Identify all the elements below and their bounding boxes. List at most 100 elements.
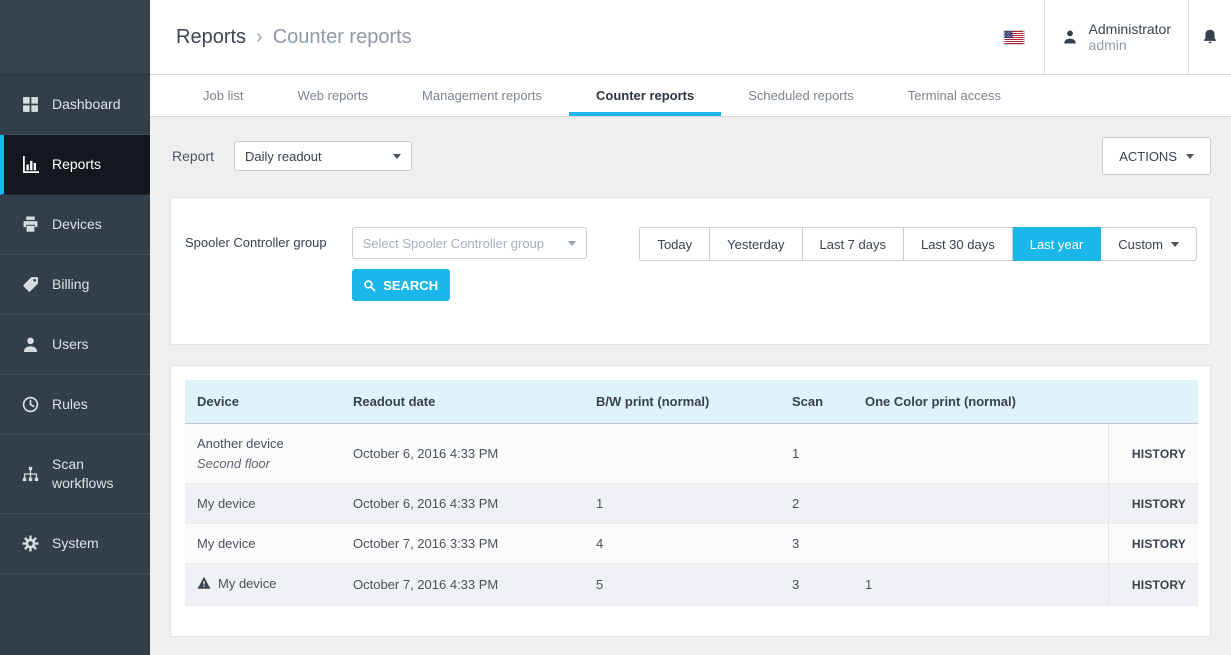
tab-counter-reports[interactable]: Counter reports <box>569 75 721 116</box>
sitemap-icon <box>22 466 39 483</box>
chevron-down-icon <box>1171 242 1179 247</box>
user-icon <box>22 336 39 353</box>
one-color-print-cell <box>855 524 1108 564</box>
device-location: Second floor <box>197 456 333 471</box>
device-name: My device <box>218 576 277 591</box>
group-select-placeholder: Select Spooler Controller group <box>363 236 544 251</box>
range-last-30-days-button[interactable]: Last 30 days <box>904 227 1013 261</box>
main-area: Reports › Counter reports <box>150 0 1231 655</box>
history-link[interactable]: HISTORY <box>1132 578 1186 592</box>
range-custom-label: Custom <box>1118 237 1163 252</box>
sidebar-item-dashboard[interactable]: Dashboard <box>0 75 150 135</box>
history-link[interactable]: HISTORY <box>1132 537 1186 551</box>
tab-web-reports[interactable]: Web reports <box>270 75 395 116</box>
history-cell: HISTORY <box>1108 564 1198 606</box>
sidebar-item-users[interactable]: Users <box>0 315 150 375</box>
group-filter-label: Spooler Controller group <box>185 227 327 344</box>
device-name: My device <box>197 536 333 551</box>
user-menu[interactable]: Administrator admin <box>1045 21 1188 53</box>
tab-job-list[interactable]: Job list <box>176 75 270 116</box>
search-button-label: SEARCH <box>383 278 438 293</box>
scan-cell: 1 <box>782 424 855 484</box>
report-label: Report <box>172 148 214 164</box>
device-cell: My device <box>185 564 343 606</box>
group-filter: Spooler Controller group Select Spooler … <box>185 227 587 344</box>
history-link[interactable]: HISTORY <box>1132 447 1186 461</box>
topbar-right: Administrator admin <box>984 0 1231 74</box>
history-link[interactable]: HISTORY <box>1132 497 1186 511</box>
toolbar: Report Daily readout ACTIONS <box>170 137 1211 175</box>
one-color-print-cell <box>855 424 1108 484</box>
bar-chart-icon <box>22 156 39 173</box>
history-cell: HISTORY <box>1108 424 1198 484</box>
search-button[interactable]: SEARCH <box>352 269 450 301</box>
range-yesterday-button[interactable]: Yesterday <box>710 227 802 261</box>
user-username: admin <box>1089 37 1171 53</box>
sidebar-item-system[interactable]: System <box>0 514 150 574</box>
group-select[interactable]: Select Spooler Controller group <box>352 227 587 259</box>
dashboard-grid-icon <box>22 96 39 113</box>
range-last-7-days-button[interactable]: Last 7 days <box>803 227 905 261</box>
column-header-bw-print: B/W print (normal) <box>586 380 782 424</box>
actions-button-label: ACTIONS <box>1119 149 1177 164</box>
tab-management-reports[interactable]: Management reports <box>395 75 569 116</box>
user-info: Administrator admin <box>1089 21 1171 53</box>
sidebar-item-label: Devices <box>52 215 102 234</box>
table-row: My device October 7, 2016 3:33 PM 4 3 HI… <box>185 524 1198 564</box>
sidebar-item-devices[interactable]: Devices <box>0 195 150 255</box>
report-tabs: Job list Web reports Management reports … <box>150 75 1231 117</box>
table-row: My device October 6, 2016 4:33 PM 1 2 HI… <box>185 484 1198 524</box>
tab-terminal-access[interactable]: Terminal access <box>881 75 1028 116</box>
printer-icon <box>22 216 39 233</box>
actions-button[interactable]: ACTIONS <box>1102 137 1211 175</box>
scan-cell: 3 <box>782 524 855 564</box>
bw-print-cell: 1 <box>586 484 782 524</box>
device-cell: My device <box>185 524 343 564</box>
report-select-value: Daily readout <box>245 149 322 164</box>
sidebar-item-billing[interactable]: Billing <box>0 255 150 315</box>
sidebar-item-label: Billing <box>52 275 89 294</box>
sidebar-item-label: Users <box>52 335 89 354</box>
sidebar: Dashboard Reports Devices Billing <box>0 0 150 655</box>
sidebar-item-label: Scan workflows <box>52 455 142 493</box>
range-today-button[interactable]: Today <box>639 227 710 261</box>
tag-icon <box>22 276 39 293</box>
breadcrumb: Reports › Counter reports <box>176 26 412 49</box>
sidebar-nav: Dashboard Reports Devices Billing <box>0 75 150 574</box>
tab-scheduled-reports[interactable]: Scheduled reports <box>721 75 881 116</box>
sidebar-item-label: Reports <box>52 155 101 174</box>
report-select[interactable]: Daily readout <box>234 141 412 171</box>
sidebar-item-label: Rules <box>52 395 88 414</box>
column-header-device: Device <box>185 380 343 424</box>
sidebar-item-rules[interactable]: Rules <box>0 375 150 435</box>
column-header-scan: Scan <box>782 380 855 424</box>
warning-icon <box>197 576 211 593</box>
scan-cell: 3 <box>782 564 855 606</box>
notifications-button[interactable] <box>1189 28 1231 46</box>
sidebar-item-scan-workflows[interactable]: Scan workflows <box>0 435 150 514</box>
person-icon <box>1062 29 1078 45</box>
us-flag-icon <box>1003 30 1025 45</box>
table-header-row: Device Readout date B/W print (normal) S… <box>185 380 1198 424</box>
chevron-down-icon <box>568 241 576 246</box>
breadcrumb-separator: › <box>256 26 263 49</box>
filter-panel: Spooler Controller group Select Spooler … <box>170 197 1211 345</box>
device-name: My device <box>197 496 333 511</box>
column-header-history <box>1108 380 1198 424</box>
breadcrumb-section[interactable]: Reports <box>176 26 246 49</box>
magnifier-icon <box>363 279 376 292</box>
counter-report-table-panel: Device Readout date B/W print (normal) S… <box>170 365 1211 637</box>
range-custom-button[interactable]: Custom <box>1101 227 1197 261</box>
report-select-group: Report Daily readout <box>170 141 412 171</box>
column-header-one-color-print: One Color print (normal) <box>855 380 1108 424</box>
app-logo <box>0 0 150 75</box>
bw-print-cell <box>586 424 782 484</box>
history-cell: HISTORY <box>1108 524 1198 564</box>
sidebar-item-reports[interactable]: Reports <box>0 135 150 195</box>
range-last-year-button[interactable]: Last year <box>1013 227 1101 261</box>
counter-report-table: Device Readout date B/W print (normal) S… <box>185 380 1198 606</box>
chevron-down-icon <box>393 154 401 159</box>
bw-print-cell: 5 <box>586 564 782 606</box>
language-selector[interactable] <box>984 30 1044 45</box>
column-header-readout-date: Readout date <box>343 380 586 424</box>
